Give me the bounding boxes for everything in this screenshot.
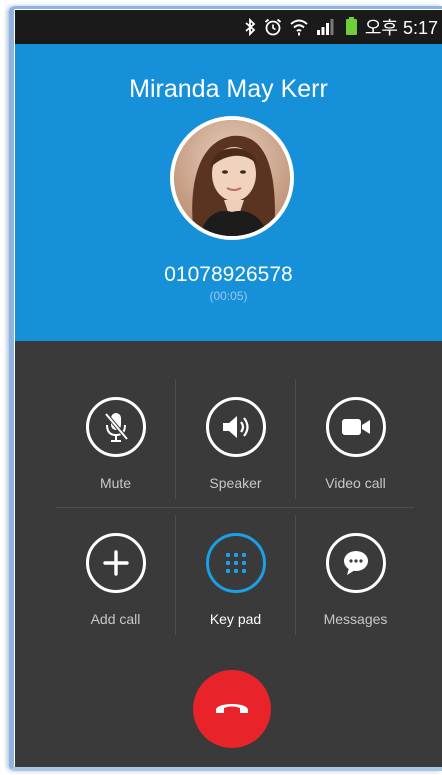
speaker-label: Speaker — [209, 475, 262, 491]
device-frame: 오후 5:17 Miranda May Kerr 01078926578 (00… — [0, 0, 442, 775]
messages-button[interactable]: Messages — [296, 507, 415, 643]
status-clock: 오후 5:17 — [364, 18, 438, 38]
add-call-label: Add call — [90, 611, 141, 627]
call-controls: Mute Speaker Video call Add call Key pad… — [56, 371, 414, 643]
mic-muted-icon — [85, 397, 146, 457]
speaker-button[interactable]: Speaker — [176, 371, 295, 507]
bluetooth-icon — [244, 18, 256, 36]
video-call-label: Video call — [325, 475, 386, 491]
wifi-icon — [290, 18, 308, 36]
hang-up-icon — [213, 698, 251, 721]
mute-button[interactable]: Mute — [56, 371, 175, 507]
caller-name: Miranda May Kerr — [129, 75, 328, 103]
signal-icon — [316, 19, 334, 35]
caller-header: Miranda May Kerr 01078926578 (00:05) — [15, 44, 442, 341]
messages-label: Messages — [323, 611, 388, 627]
add-call-button[interactable]: Add call — [56, 507, 175, 643]
keypad-label: Key pad — [209, 611, 262, 627]
avatar — [170, 116, 294, 240]
battery-icon — [342, 17, 357, 35]
keypad-icon — [205, 533, 266, 593]
mute-label: Mute — [99, 475, 132, 491]
end-call-button[interactable] — [193, 670, 271, 748]
plus-icon — [85, 533, 146, 593]
caller-number: 01078926578 — [164, 263, 293, 286]
status-bar: 오후 5:17 — [15, 10, 442, 44]
video-call-button[interactable]: Video call — [296, 371, 415, 507]
speaker-icon — [205, 397, 266, 457]
message-bubble-icon — [325, 533, 386, 593]
alarm-icon — [264, 18, 282, 36]
video-camera-icon — [325, 397, 386, 457]
keypad-button[interactable]: Key pad — [176, 507, 295, 643]
call-screen: 오후 5:17 Miranda May Kerr 01078926578 (00… — [15, 10, 442, 767]
call-timer: (00:05) — [209, 289, 248, 303]
